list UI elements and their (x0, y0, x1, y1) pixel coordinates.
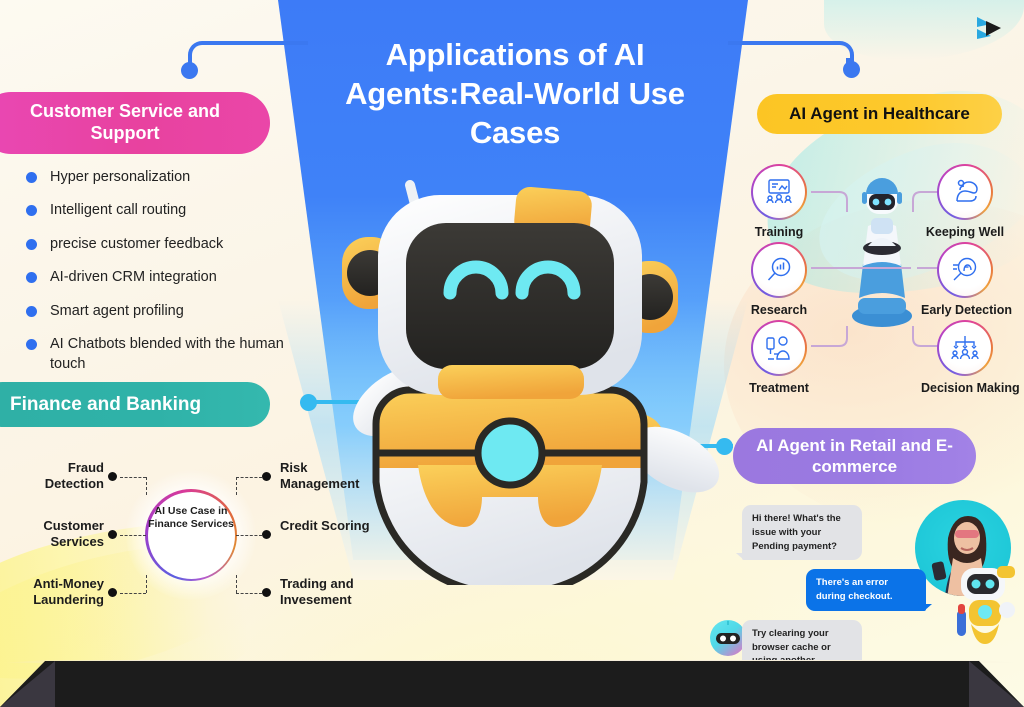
bullet-dot-icon (26, 205, 37, 217)
finance-node-dot (108, 588, 117, 597)
finance-center-label: AI Use Case in Finance Services (148, 505, 234, 531)
finance-node-dot (262, 588, 271, 597)
chat-bot-avatar-icon (710, 620, 746, 656)
bullet-label: Smart agent profiling (50, 302, 184, 319)
bullet-dot-icon (26, 339, 37, 351)
bullet-dot-icon (26, 305, 37, 317)
healthcare-icon-grid: Training Research Treatment Keeping Well… (735, 150, 1024, 400)
brand-logo-icon (972, 12, 1006, 46)
bullet-label: AI-driven CRM integration (50, 269, 217, 286)
healthcare-item-early-detection[interactable]: Early Detection (921, 242, 1013, 317)
list-item: precise customer feedback (26, 235, 316, 254)
customer-service-pill[interactable]: Customer Service and Support (0, 92, 270, 154)
healthcare-label: Treatment (749, 381, 809, 395)
healthcare-item-decision-making[interactable]: Decision Making (921, 320, 1020, 395)
page-title: Applications of AI Agents:Real-World Use… (345, 37, 685, 151)
bullet-dot-icon (26, 238, 37, 250)
finance-connector (236, 477, 262, 478)
finance-connector (236, 575, 237, 593)
healthcare-label: Training (754, 225, 804, 239)
stage-floor (0, 661, 1024, 707)
bullet-dot-icon (26, 172, 37, 183)
healthcare-pill[interactable]: AI Agent in Healthcare (757, 94, 1002, 134)
list-item: AI Chatbots blended with the human touch (26, 335, 316, 374)
finance-connector (236, 535, 262, 536)
magnifier-chart-icon (767, 257, 791, 281)
presentation-training-icon (766, 179, 792, 204)
customer-service-bullets: Hyper personalization Intelligent call r… (26, 168, 316, 388)
finance-node-dot (108, 530, 117, 539)
finance-connector (120, 477, 146, 478)
healthcare-item-research[interactable]: Research (735, 242, 823, 317)
healthcare-item-training[interactable]: Training (735, 164, 823, 239)
list-item: Intelligent call routing (26, 201, 316, 220)
retail-ecommerce-pill[interactable]: AI Agent in Retail and E-commerce (733, 428, 976, 484)
infographic-canvas: Applications of AI Agents:Real-World Use… (0, 0, 1024, 707)
healthcare-label: Research (750, 303, 808, 317)
finance-connector (120, 535, 146, 536)
healthcare-label: Early Detection (921, 303, 1013, 317)
bullet-label: AI Chatbots blended with the human touch (50, 336, 284, 372)
list-item: AI-driven CRM integration (26, 268, 316, 287)
bullet-label: Hyper personalization (50, 169, 191, 185)
decision-branch-icon (951, 336, 979, 360)
finance-node-customer-services: Customer Services (43, 518, 104, 550)
magnifier-scan-head-icon (953, 257, 977, 281)
finance-connector (146, 477, 147, 495)
finance-node-risk-management: Risk Management (280, 460, 360, 492)
finance-node-dot (108, 472, 117, 481)
healthcare-label: Decision Making (921, 381, 1020, 395)
list-item: Smart agent profiling (26, 302, 316, 321)
finance-node-dot (262, 530, 271, 539)
bullet-dot-icon (26, 272, 37, 284)
chat-bubble-agent: Hi there! What's the issue with your Pen… (736, 505, 862, 561)
finance-connector (120, 593, 146, 594)
healthcare-label: Keeping Well (925, 225, 1005, 239)
finance-banking-pill[interactable]: Finance and Banking (0, 382, 270, 427)
bullet-label: precise customer feedback (50, 235, 224, 252)
finance-connector (236, 477, 237, 495)
healthcare-item-keeping-well[interactable]: Keeping Well (921, 164, 1009, 239)
finance-connector (146, 575, 147, 593)
list-item: Hyper personalization (26, 168, 316, 187)
flexed-biceps-icon (956, 179, 978, 202)
finance-connector (236, 593, 262, 594)
finance-node-fraud-detection: Fraud Detection (44, 460, 104, 492)
chat-bubble-customer: There's an error during checkout. (806, 569, 932, 611)
finance-node-credit-scoring: Credit Scoring (280, 518, 370, 533)
finance-node-trading-investment: Trading and Invesement (280, 576, 354, 608)
finance-node-dot (262, 472, 271, 481)
finance-node-anti-money-laundering: Anti-Money Laundering (33, 576, 104, 608)
finance-center-ring (145, 489, 237, 581)
healthcare-item-treatment[interactable]: Treatment (735, 320, 823, 395)
bullet-label: Intelligent call routing (50, 202, 187, 219)
patient-iv-drip-icon (766, 336, 790, 360)
